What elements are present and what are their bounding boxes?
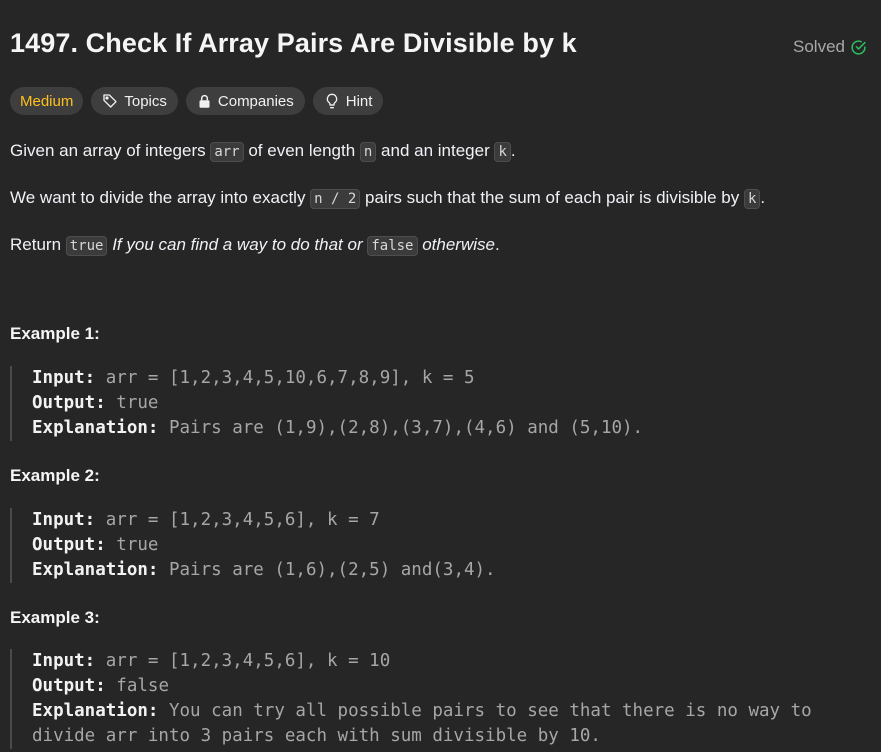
text: Given an array of integers xyxy=(10,141,211,160)
check-circle-icon xyxy=(850,39,867,56)
example-input: Input: arr = [1,2,3,4,5,10,6,7,8,9], k =… xyxy=(32,366,870,391)
problem-header: 1497. Check If Array Pairs Are Divisible… xyxy=(10,28,867,64)
inline-code: k xyxy=(494,142,511,162)
problem-description: Given an array of integers arr of even l… xyxy=(10,138,870,279)
example-title: Example 2: xyxy=(10,466,100,485)
example-title: Example 1: xyxy=(10,324,100,343)
inline-code: n xyxy=(359,142,377,162)
output-value: false xyxy=(105,676,169,696)
tag-icon xyxy=(102,93,118,109)
example-block: Input: arr = [1,2,3,4,5,6], k = 10 Outpu… xyxy=(10,649,870,749)
italic-text: otherwise xyxy=(417,235,495,254)
output-label: Output: xyxy=(32,535,106,555)
problem-title: 1497. Check If Array Pairs Are Divisible… xyxy=(10,28,577,58)
solved-label: Solved xyxy=(793,37,845,56)
example-output: Output: true xyxy=(32,391,870,416)
description-paragraph: Given an array of integers arr of even l… xyxy=(10,138,870,165)
example-explanation: Explanation: You can try all possible pa… xyxy=(32,699,870,724)
output-value: true xyxy=(105,393,159,413)
text: Return xyxy=(10,235,66,254)
example-input: Input: arr = [1,2,3,4,5,6], k = 7 xyxy=(32,508,870,533)
text: and an integer xyxy=(376,141,495,160)
inline-code: false xyxy=(367,236,418,256)
solved-status: Solved xyxy=(793,37,867,57)
output-value: true xyxy=(105,535,159,555)
explanation-value: Pairs are (1,9),(2,8),(3,7),(4,6) and (5… xyxy=(158,418,644,438)
text: . xyxy=(510,141,516,160)
text: . xyxy=(494,235,500,254)
example-explanation-continued: divide arr into 3 pairs each with sum di… xyxy=(32,726,601,746)
explanation-label: Explanation: xyxy=(32,418,159,438)
difficulty-badge[interactable]: Medium xyxy=(10,87,84,115)
lightbulb-icon xyxy=(324,93,340,109)
example-block: Input: arr = [1,2,3,4,5,6], k = 7 Output… xyxy=(10,508,870,583)
text: . xyxy=(760,188,766,207)
explanation-label: Explanation: xyxy=(32,560,159,580)
example-explanation: Explanation: Pairs are (1,9),(2,8),(3,7)… xyxy=(32,416,870,441)
text: of even length xyxy=(243,141,360,160)
description-paragraph: Return true If you can find a way to do … xyxy=(10,232,870,259)
example-input: Input: arr = [1,2,3,4,5,6], k = 10 xyxy=(32,649,870,674)
explanation-label: Explanation: xyxy=(32,701,159,721)
example-explanation: Explanation: Pairs are (1,6),(2,5) and(3… xyxy=(32,558,870,583)
input-label: Input: xyxy=(32,651,96,671)
problem-tags: Medium Topics Companies Hint xyxy=(10,87,384,115)
inline-code: k xyxy=(743,189,761,209)
example-output: Output: true xyxy=(32,533,870,558)
input-value: arr = [1,2,3,4,5,10,6,7,8,9], k = 5 xyxy=(95,368,475,388)
companies-label: Companies xyxy=(217,92,294,110)
explanation-value: You can try all possible pairs to see th… xyxy=(158,701,812,721)
topics-button[interactable]: Topics xyxy=(91,87,178,115)
hint-label: Hint xyxy=(345,92,373,110)
inline-code: arr xyxy=(210,142,244,162)
output-label: Output: xyxy=(32,393,106,413)
example-output: Output: false xyxy=(32,674,870,699)
input-value: arr = [1,2,3,4,5,6], k = 7 xyxy=(95,510,380,530)
lock-icon xyxy=(197,94,212,109)
text: We want to divide the array into exactly xyxy=(10,188,311,207)
inline-code: true xyxy=(65,236,108,256)
text: pairs such that the sum of each pair is … xyxy=(360,188,744,207)
input-label: Input: xyxy=(32,510,96,530)
topics-label: Topics xyxy=(124,92,167,110)
explanation-value: Pairs are (1,6),(2,5) and(3,4). xyxy=(158,560,496,580)
output-label: Output: xyxy=(32,676,106,696)
inline-code: n / 2 xyxy=(310,189,361,209)
description-paragraph: We want to divide the array into exactly… xyxy=(10,185,870,212)
example-block: Input: arr = [1,2,3,4,5,10,6,7,8,9], k =… xyxy=(10,366,870,441)
input-label: Input: xyxy=(32,368,96,388)
italic-text: If you can find a way to do that or xyxy=(107,235,368,254)
input-value: arr = [1,2,3,4,5,6], k = 10 xyxy=(95,651,391,671)
companies-button[interactable]: Companies xyxy=(185,87,305,115)
hint-button[interactable]: Hint xyxy=(312,87,384,115)
example-title: Example 3: xyxy=(10,608,100,627)
